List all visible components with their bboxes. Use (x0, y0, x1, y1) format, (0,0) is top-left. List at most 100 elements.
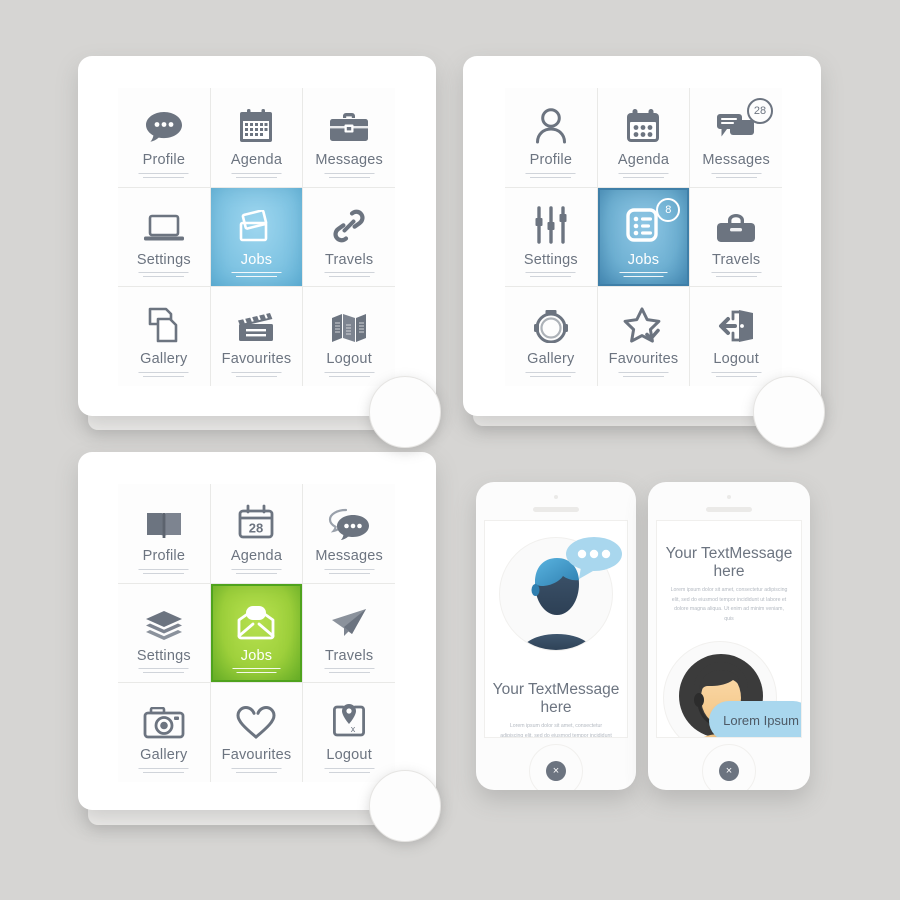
tile-gallery[interactable]: Gallery (118, 287, 210, 386)
tile-label: Agenda (230, 548, 283, 565)
phone-one-home-button[interactable]: × (529, 744, 583, 790)
tile-profile[interactable]: Profile (505, 88, 597, 187)
tile-travels[interactable]: Travels (690, 187, 782, 287)
camera-photo-icon (143, 695, 185, 739)
tile-label: Favourites (221, 351, 292, 368)
tile-label: Profile (142, 152, 186, 169)
tile-subtext (522, 171, 580, 181)
tile-settings[interactable]: Settings (118, 583, 210, 683)
tile-jobs[interactable]: Jobs (210, 187, 303, 287)
tile-label: Favourites (608, 351, 679, 368)
speech-bubble-dots-icon (144, 100, 184, 144)
copy-pages-icon (146, 299, 182, 343)
tile-settings[interactable]: Settings (505, 187, 597, 287)
tile-gallery[interactable]: Gallery (118, 683, 210, 782)
close-icon[interactable]: × (719, 761, 739, 781)
tile-subtext (228, 567, 285, 577)
svg-text:x: x (351, 724, 356, 734)
tile-settings[interactable]: Settings (118, 187, 210, 287)
suitcase-icon (716, 200, 756, 244)
speech-bubble-dots-icon (565, 535, 623, 579)
phone-two: Your TextMessage here Lorem ipsum dolor … (648, 482, 810, 790)
tile-favourites[interactable]: Favourites (597, 287, 690, 386)
tile-subtext (522, 370, 580, 380)
tile-label: Settings (136, 251, 191, 268)
folded-map-icon (330, 299, 368, 343)
tile-profile[interactable]: Profile (118, 88, 210, 187)
tile-subtext (320, 766, 378, 776)
tablet-one-home-button[interactable] (369, 376, 441, 448)
briefcase-icon (329, 100, 369, 144)
phone-one-paragraph: Lorem ipsum dolor sit amet, consectetur … (500, 723, 612, 738)
tile-messages[interactable]: Messages (303, 484, 395, 583)
paper-plane-icon (330, 596, 368, 640)
tile-logout[interactable]: Logout (690, 287, 782, 386)
tablet-three-home-button[interactable] (369, 770, 441, 842)
star-check-icon (623, 299, 663, 344)
tile-label: Jobs (240, 647, 273, 664)
phone-speaker-icon (533, 507, 579, 512)
tile-label: Settings (523, 251, 578, 268)
tile-label: Messages (702, 152, 770, 169)
phone-speaker-icon (706, 507, 752, 512)
tablet-one: Profile Agenda Messages Settings Jobs Tr… (78, 56, 441, 448)
tile-label: Favourites (221, 747, 292, 764)
tile-subtext (320, 271, 378, 281)
tile-favourites[interactable]: Favourites (210, 287, 303, 386)
jobs-badge: 8 (656, 197, 681, 222)
tile-jobs[interactable]: Jobs (210, 583, 303, 683)
messages-badge: 28 (746, 98, 773, 124)
double-speech-bubble-icon (328, 496, 370, 541)
phone-one-avatar-area (485, 521, 627, 671)
person-avatar-icon (534, 100, 568, 144)
tile-subtext (522, 271, 580, 281)
tablet-three: Profile 28 Agenda Messages Settings Jobs… (78, 452, 441, 842)
tile-subtext (135, 271, 193, 281)
tile-agenda[interactable]: Agenda (597, 88, 690, 187)
heart-outline-icon (236, 695, 276, 739)
tile-logout[interactable]: x Logout (303, 683, 395, 782)
photo-cards-icon (235, 200, 277, 244)
close-icon[interactable]: × (546, 761, 566, 781)
tile-subtext (320, 667, 378, 677)
tile-profile[interactable]: Profile (118, 484, 210, 583)
camera-outline-icon (531, 299, 571, 344)
tile-travels[interactable]: Travels (303, 187, 395, 287)
tile-subtext (707, 370, 765, 380)
phone-two-home-button[interactable]: × (702, 744, 756, 790)
phone-two-screen: Your TextMessage here Lorem ipsum dolor … (656, 520, 802, 738)
tile-travels[interactable]: Travels (303, 583, 395, 683)
tile-messages[interactable]: Messages (303, 88, 395, 187)
tile-label: Jobs (627, 251, 660, 268)
tablet-two-home-button[interactable] (753, 376, 825, 448)
calendar-dots-icon (625, 100, 661, 144)
lorem-bubble-label: Lorem Ipsum (723, 713, 799, 728)
tile-subtext (135, 370, 193, 380)
tile-subtext (320, 567, 378, 577)
laptop-icon (143, 200, 185, 244)
phone-two-paragraph: Lorem ipsum dolor sit amet, consectetur … (670, 587, 788, 622)
tile-agenda[interactable]: Agenda (210, 88, 303, 187)
tile-label: Agenda (230, 152, 283, 169)
clapperboard-icon (236, 299, 276, 343)
tile-jobs[interactable]: 8 Jobs (597, 187, 690, 287)
tile-gallery[interactable]: Gallery (505, 287, 597, 386)
tile-agenda[interactable]: 28 Agenda (210, 484, 303, 583)
tile-subtext (616, 271, 671, 281)
phone-camera-icon (554, 495, 558, 499)
tile-label: Profile (529, 152, 573, 169)
chain-link-icon (333, 200, 365, 244)
tile-label: Gallery (527, 351, 575, 368)
tile-label: Agenda (617, 152, 670, 169)
phone-camera-icon (727, 495, 731, 499)
tablet-three-grid: Profile 28 Agenda Messages Settings Jobs… (118, 484, 395, 782)
tile-label: Travels (324, 251, 374, 268)
tile-favourites[interactable]: Favourites (210, 683, 303, 782)
phone-one-title: Your TextMessage here (492, 681, 620, 716)
tile-logout[interactable]: Logout (303, 287, 395, 386)
open-book-icon (145, 496, 183, 540)
map-pin-exit-icon: x (331, 695, 367, 739)
tablet-two: Profile Agenda 28 Messages Settings 8 Jo… (463, 56, 825, 448)
tile-messages[interactable]: 28 Messages (690, 88, 782, 187)
tile-subtext (228, 171, 285, 181)
